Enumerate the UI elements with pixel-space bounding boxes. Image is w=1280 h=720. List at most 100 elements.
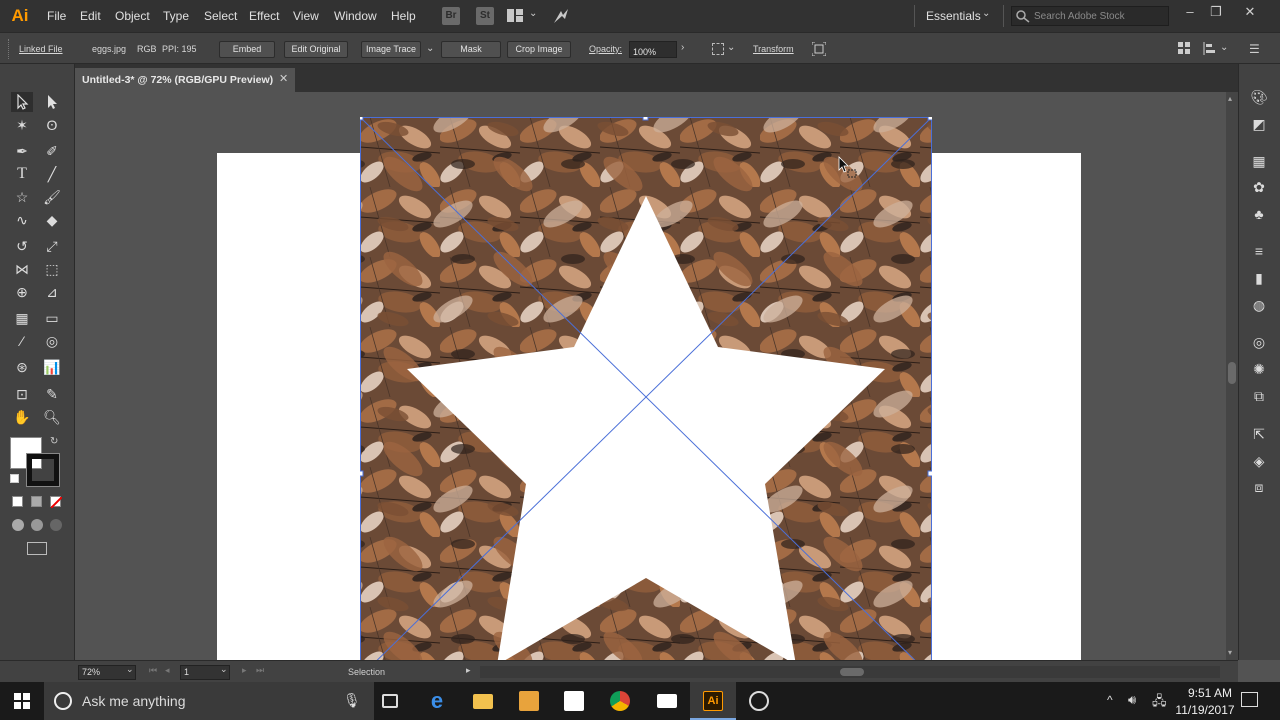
opacity-field[interactable] bbox=[629, 41, 677, 60]
stock-search-box[interactable] bbox=[1011, 6, 1169, 26]
curvature-tool-icon[interactable]: ✐ bbox=[41, 141, 63, 161]
type-tool-icon[interactable]: T bbox=[11, 164, 33, 184]
chevron-down-icon[interactable]: ⌄ bbox=[529, 8, 537, 19]
show-hidden-icons-icon[interactable]: ^ bbox=[1107, 693, 1113, 707]
close-icon[interactable]: ✕ bbox=[1240, 4, 1260, 20]
menu-effect[interactable]: Effect bbox=[249, 9, 279, 23]
store-icon[interactable] bbox=[551, 682, 597, 720]
placed-image-leaves[interactable] bbox=[360, 117, 932, 660]
document-tab[interactable]: Untitled-3* @ 72% (RGB/GPU Preview) ✕ bbox=[75, 68, 295, 92]
screen-recorder-icon[interactable] bbox=[736, 682, 782, 720]
menu-type[interactable]: Type bbox=[163, 9, 189, 23]
stroke-swatch[interactable] bbox=[26, 453, 60, 487]
pen-tool-icon[interactable]: ✒ bbox=[11, 141, 33, 161]
chevron-down-icon[interactable]: ⌄ bbox=[126, 664, 134, 675]
horizontal-scroll-thumb[interactable] bbox=[840, 668, 864, 676]
workspace-switcher[interactable]: Essentials bbox=[926, 9, 981, 23]
menu-window[interactable]: Window bbox=[334, 9, 377, 23]
eraser-tool-icon[interactable]: ◆ bbox=[41, 210, 63, 230]
rotate-tool-icon[interactable]: ↺ bbox=[11, 236, 33, 256]
artboards-panel-icon[interactable]: ⧈ bbox=[1249, 477, 1269, 497]
zoom-tool-icon[interactable]: 🔍︎ bbox=[41, 407, 63, 427]
chevron-down-icon[interactable]: ⌄ bbox=[220, 664, 228, 675]
edit-original-button[interactable]: Edit Original bbox=[284, 41, 348, 58]
appearance-panel-icon[interactable]: ◎ bbox=[1249, 332, 1269, 352]
eyedropper-tool-icon[interactable]: ⁄ bbox=[11, 331, 33, 351]
panel-menu-icon[interactable]: ☰ bbox=[1249, 42, 1260, 56]
canvas-area[interactable] bbox=[75, 92, 1226, 660]
mesh-tool-icon[interactable]: ▦ bbox=[11, 308, 33, 328]
next-artboard-icon[interactable]: ▸ bbox=[242, 665, 247, 676]
close-tab-icon[interactable]: ✕ bbox=[279, 72, 288, 85]
artboard-tool-icon[interactable]: ⊡ bbox=[11, 384, 33, 404]
chevron-down-icon[interactable]: ⌄ bbox=[1220, 42, 1228, 53]
crop-image-button[interactable]: Crop Image bbox=[507, 41, 571, 58]
opacity-input[interactable] bbox=[630, 44, 674, 60]
chevron-down-icon[interactable]: ⌄ bbox=[982, 8, 990, 19]
brushes-panel-icon[interactable]: ✿ bbox=[1249, 177, 1269, 197]
gradient-tool-icon[interactable]: ▭ bbox=[41, 308, 63, 328]
horizontal-scrollbar[interactable] bbox=[480, 666, 1220, 678]
none-mode-icon[interactable] bbox=[50, 496, 62, 508]
status-menu-icon[interactable]: ▸ bbox=[466, 665, 471, 676]
menu-edit[interactable]: Edit bbox=[80, 9, 101, 23]
star-tool-icon[interactable]: ☆ bbox=[11, 187, 33, 207]
mail-icon[interactable] bbox=[644, 682, 690, 720]
scroll-down-icon[interactable]: ▾ bbox=[1228, 648, 1232, 657]
transform-panel-icon[interactable]: ⧉ bbox=[1249, 386, 1269, 406]
paintbrush-tool-icon[interactable]: 🖌 bbox=[41, 187, 63, 207]
maximize-icon[interactable]: ❐ bbox=[1206, 4, 1226, 20]
action-center-icon[interactable] bbox=[1241, 692, 1258, 707]
search-input[interactable] bbox=[1034, 9, 1164, 23]
illustrator-taskbar-icon[interactable]: Ai bbox=[690, 682, 736, 720]
gradient-mode-icon[interactable] bbox=[31, 496, 42, 507]
default-colors-icon[interactable] bbox=[10, 474, 19, 483]
menu-object[interactable]: Object bbox=[115, 9, 150, 23]
swatches-panel-icon[interactable]: ▦ bbox=[1249, 151, 1269, 171]
align-to-icon[interactable] bbox=[712, 43, 724, 55]
slice-tool-icon[interactable]: ✎ bbox=[41, 384, 63, 404]
swap-fill-stroke-icon[interactable]: ↻ bbox=[50, 436, 58, 447]
volume-icon[interactable]: 🔊︎ bbox=[1128, 692, 1136, 708]
arrange-documents-icon[interactable] bbox=[507, 9, 523, 22]
menu-select[interactable]: Select bbox=[204, 9, 237, 23]
gpu-performance-icon[interactable] bbox=[552, 7, 570, 25]
draw-inside-icon[interactable] bbox=[50, 519, 62, 531]
previous-artboard-icon[interactable]: ◂ bbox=[165, 665, 170, 676]
hand-tool-icon[interactable]: ✋ bbox=[11, 407, 33, 427]
symbol-sprayer-tool-icon[interactable]: ⊛ bbox=[11, 357, 33, 377]
scroll-up-icon[interactable]: ▴ bbox=[1228, 94, 1232, 103]
bridge-icon[interactable]: Br bbox=[442, 7, 460, 25]
chrome-browser-icon[interactable] bbox=[597, 682, 643, 720]
graphic-styles-panel-icon[interactable]: ✺ bbox=[1249, 359, 1269, 379]
magic-wand-tool-icon[interactable]: ✶ bbox=[11, 115, 33, 135]
color-panel-icon[interactable]: 🎨︎ bbox=[1249, 87, 1269, 107]
perspective-grid-tool-icon[interactable]: ⊿ bbox=[41, 282, 63, 302]
stock-icon[interactable]: St bbox=[476, 7, 494, 25]
network-icon[interactable]: 🖧 bbox=[1152, 692, 1167, 714]
isolate-icon[interactable] bbox=[811, 41, 827, 57]
shape-builder-tool-icon[interactable]: ⊕ bbox=[11, 282, 33, 302]
task-view-icon[interactable] bbox=[367, 682, 413, 720]
cortana-search-box[interactable]: Ask me anything 🎙︎ bbox=[44, 682, 374, 720]
symbols-panel-icon[interactable]: ♣ bbox=[1249, 204, 1269, 224]
menu-file[interactable]: File bbox=[47, 9, 66, 23]
minimize-icon[interactable]: – bbox=[1180, 4, 1200, 20]
chevron-down-icon[interactable]: ⌄ bbox=[426, 43, 434, 54]
distribute-icon[interactable] bbox=[1203, 42, 1218, 55]
vertical-scroll-thumb[interactable] bbox=[1228, 362, 1236, 384]
stroke-panel-icon[interactable]: ≡ bbox=[1249, 241, 1269, 261]
menu-help[interactable]: Help bbox=[391, 9, 416, 23]
line-segment-tool-icon[interactable]: ╱ bbox=[41, 164, 63, 184]
opacity-label[interactable]: Opacity: bbox=[589, 44, 622, 54]
chevron-right-icon[interactable]: › bbox=[681, 42, 684, 53]
width-tool-icon[interactable]: ⋈ bbox=[11, 259, 33, 279]
selection-tool-icon[interactable] bbox=[11, 92, 33, 112]
embed-button[interactable]: Embed bbox=[219, 41, 275, 58]
linked-file-link[interactable]: Linked File bbox=[19, 44, 63, 54]
free-transform-tool-icon[interactable]: ⬚ bbox=[41, 259, 63, 279]
clock-time[interactable]: 9:51 AM bbox=[1175, 686, 1245, 700]
edge-browser-icon[interactable]: e bbox=[414, 682, 460, 720]
gradient-panel-icon[interactable]: ▮ bbox=[1249, 268, 1269, 288]
blend-tool-icon[interactable]: ◎ bbox=[41, 331, 63, 351]
